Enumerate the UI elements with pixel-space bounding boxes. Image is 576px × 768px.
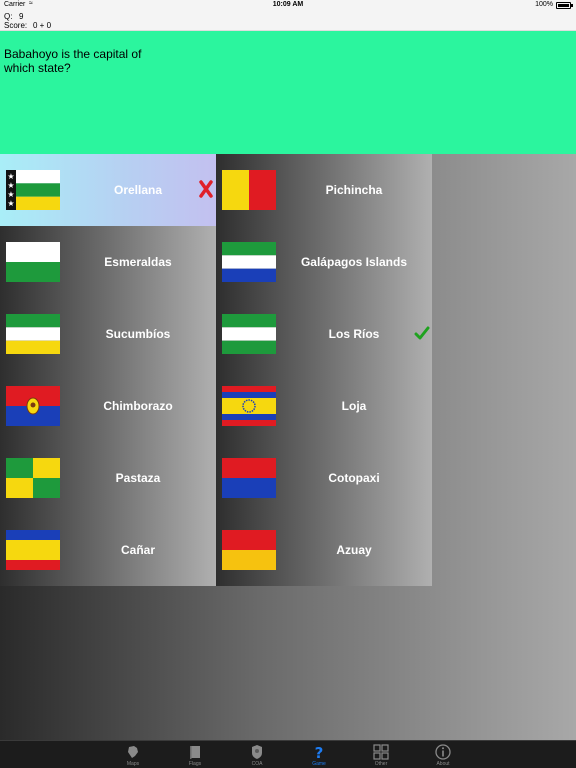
tab-label: Game: [312, 761, 326, 767]
canar-flag: [6, 530, 60, 570]
answer-label: Azuay: [336, 543, 372, 557]
score-value: 0 + 0: [33, 21, 52, 30]
status-bar: Carrier ≈ 10:09 AM 100%: [0, 0, 576, 11]
tab-bar: Maps Flags COA ? Game Other About: [0, 740, 576, 768]
svg-text:★: ★: [7, 199, 14, 208]
battery-percent: 100%: [535, 1, 553, 8]
answer-label: Cotopaxi: [328, 471, 380, 485]
tab-label: Other: [374, 761, 388, 767]
answer-label: Galápagos Islands: [300, 255, 408, 269]
answer-label: Los Ríos: [328, 327, 380, 341]
tab-label: Maps: [126, 761, 140, 767]
answer-label: Orellana: [113, 183, 163, 197]
answer-grid: ★ ★ ★ ★ Orellana Pichincha Esmeraldas Ga…: [0, 154, 432, 586]
tab-game[interactable]: ? Game: [289, 741, 349, 768]
question-panel: Babahoyo is the capital of which state?: [0, 31, 576, 154]
answer-option[interactable]: ★ ★ ★ ★ Orellana: [0, 154, 216, 226]
answer-label: Pastaza: [115, 471, 161, 485]
score-label: Score:: [4, 21, 28, 30]
answer-label: Sucumbíos: [105, 327, 171, 341]
sucumbios-flag: [6, 314, 60, 354]
tab-other[interactable]: Other: [351, 741, 411, 768]
x-mark-icon: [198, 180, 214, 198]
svg-text:★: ★: [7, 190, 14, 199]
pastaza-flag: [6, 458, 60, 498]
battery-icon: [556, 2, 571, 9]
answer-option[interactable]: Sucumbíos: [0, 298, 216, 370]
tab-coa[interactable]: COA: [227, 741, 287, 768]
chimborazo-flag: [6, 386, 60, 426]
esmeraldas-flag: [6, 242, 60, 282]
answer-label: Cañar: [120, 543, 155, 557]
question-icon: ?: [315, 744, 324, 760]
svg-text:★: ★: [7, 181, 14, 190]
answer-label: Loja: [341, 399, 367, 413]
svg-text:★: ★: [7, 172, 14, 181]
loja-flag: [222, 386, 276, 426]
grid-icon: [373, 744, 389, 760]
coat-of-arms-icon: [252, 745, 262, 759]
score-bar: Q: 9 Score: 0 + 0: [0, 11, 576, 31]
cotopaxi-flag: [222, 458, 276, 498]
answer-option[interactable]: Azuay: [216, 514, 432, 586]
info-icon: [435, 744, 451, 760]
answer-option[interactable]: Galápagos Islands: [216, 226, 432, 298]
status-time: 10:09 AM: [272, 1, 304, 8]
answer-option[interactable]: Cotopaxi: [216, 442, 432, 514]
pichincha-flag: [222, 170, 276, 210]
answer-label: Chimborazo: [103, 399, 173, 413]
answer-option[interactable]: Pichincha: [216, 154, 432, 226]
answer-label: Pichincha: [325, 183, 383, 197]
question-number-value: 9: [19, 12, 24, 21]
orellana-flag: ★ ★ ★ ★: [6, 170, 60, 210]
answer-option[interactable]: Esmeraldas: [0, 226, 216, 298]
answer-option[interactable]: Cañar: [0, 514, 216, 586]
galapagos-flag: [222, 242, 276, 282]
map-icon: [128, 746, 138, 758]
svg-text:?: ?: [315, 744, 324, 760]
tab-about[interactable]: About: [413, 741, 473, 768]
answer-label: Esmeraldas: [104, 255, 172, 269]
question-text: Babahoyo is the capital of which state?: [4, 47, 142, 75]
los-rios-flag: [222, 314, 276, 354]
answer-option[interactable]: Los Ríos: [216, 298, 432, 370]
tab-label: About: [436, 761, 450, 767]
checkmark-icon: [414, 324, 430, 342]
answer-option[interactable]: Loja: [216, 370, 432, 442]
tab-label: Flags: [188, 761, 202, 767]
question-number-label: Q:: [4, 12, 13, 21]
answer-option[interactable]: Pastaza: [0, 442, 216, 514]
tab-maps[interactable]: Maps: [103, 741, 163, 768]
tab-flags[interactable]: Flags: [165, 741, 225, 768]
flag-icon: [190, 746, 200, 759]
azuay-flag: [222, 530, 276, 570]
answer-option[interactable]: Chimborazo: [0, 370, 216, 442]
tab-label: COA: [251, 761, 263, 767]
